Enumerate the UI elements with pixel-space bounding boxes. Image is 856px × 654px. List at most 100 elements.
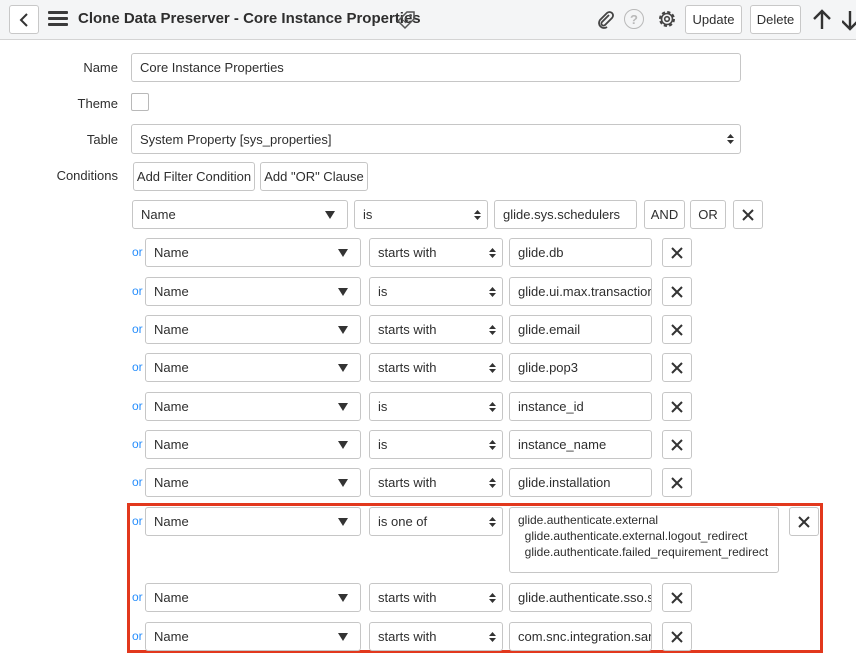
condition-field-select[interactable]: Name	[145, 238, 361, 267]
tag-icon[interactable]	[396, 10, 416, 30]
theme-label: Theme	[77, 96, 118, 111]
theme-checkbox[interactable]	[131, 93, 149, 111]
condition-operator-select[interactable]: starts with	[369, 583, 503, 612]
condition-field-select[interactable]: Name	[145, 583, 361, 612]
condition-value-input[interactable]: glide.pop3	[509, 353, 652, 382]
or-prefix-label: or	[132, 475, 143, 489]
delete-button[interactable]: Delete	[750, 5, 801, 34]
condition-field-select[interactable]: Name	[145, 392, 361, 421]
condition-field-value: Name	[154, 629, 189, 644]
remove-condition-button[interactable]	[789, 507, 819, 536]
condition-value-textarea[interactable]: glide.authenticate.external glide.authen…	[509, 507, 779, 573]
condition-value-input[interactable]: glide.email	[509, 315, 652, 344]
condition-field-select[interactable]: Name	[145, 315, 361, 344]
select-arrows-icon	[489, 401, 496, 412]
paperclip-icon[interactable]	[595, 9, 615, 29]
condition-operator-select[interactable]: starts with	[369, 238, 503, 267]
condition-field-select[interactable]: Name	[145, 507, 361, 536]
select-arrows-icon	[489, 631, 496, 642]
remove-condition-button[interactable]	[662, 238, 692, 267]
help-circle-icon[interactable]: ?	[624, 9, 644, 29]
gear-icon[interactable]	[656, 8, 678, 30]
condition-operator-select[interactable]: is	[369, 277, 503, 306]
condition-operator-value: is	[378, 437, 388, 452]
condition-field-value: Name	[141, 207, 176, 222]
close-icon	[671, 476, 683, 489]
condition-field-value: Name	[154, 399, 189, 414]
select-arrows-icon	[489, 324, 496, 335]
caret-down-icon	[338, 440, 348, 449]
condition-operator-select[interactable]: starts with	[369, 622, 503, 651]
condition-operator-select[interactable]: starts with	[369, 353, 503, 382]
condition-field-value: Name	[154, 284, 189, 299]
condition-value-input[interactable]: instance_id	[509, 392, 652, 421]
remove-condition-button[interactable]	[662, 392, 692, 421]
caret-down-icon	[325, 210, 335, 219]
or-prefix-label: or	[132, 360, 143, 374]
remove-condition-button[interactable]	[662, 315, 692, 344]
remove-condition-button[interactable]	[662, 430, 692, 459]
condition-field-select[interactable]: Name	[145, 622, 361, 651]
close-icon	[671, 400, 683, 413]
and-button[interactable]: AND	[644, 200, 685, 229]
remove-condition-button[interactable]	[662, 468, 692, 497]
caret-down-icon	[338, 632, 348, 641]
condition-operator-value: starts with	[378, 475, 437, 490]
remove-condition-button[interactable]	[662, 353, 692, 382]
condition-operator-select[interactable]: is one of	[369, 507, 503, 536]
condition-value-input[interactable]: glide.authenticate.sso.sa	[509, 583, 652, 612]
caret-down-icon	[338, 363, 348, 372]
condition-operator-select[interactable]: is	[354, 200, 488, 229]
or-prefix-label: or	[132, 284, 143, 298]
condition-operator-value: starts with	[378, 590, 437, 605]
condition-operator-select[interactable]: starts with	[369, 468, 503, 497]
condition-field-select[interactable]: Name	[145, 277, 361, 306]
or-button[interactable]: OR	[690, 200, 726, 229]
condition-operator-value: is	[378, 284, 388, 299]
condition-operator-select[interactable]: is	[369, 392, 503, 421]
back-button[interactable]	[9, 5, 39, 34]
condition-operator-select[interactable]: starts with	[369, 315, 503, 344]
close-icon	[671, 630, 683, 643]
caret-down-icon	[338, 478, 348, 487]
or-prefix-label: or	[132, 322, 143, 336]
condition-field-select[interactable]: Name	[145, 468, 361, 497]
caret-down-icon	[338, 325, 348, 334]
select-arrows-icon	[474, 209, 481, 220]
table-select[interactable]: System Property [sys_properties]	[131, 124, 741, 154]
close-icon	[742, 208, 754, 221]
hamburger-menu-icon[interactable]	[48, 11, 68, 27]
condition-field-select[interactable]: Name	[145, 430, 361, 459]
remove-condition-button[interactable]	[662, 583, 692, 612]
select-arrows-icon	[489, 362, 496, 373]
condition-value-input[interactable]: com.snc.integration.sam	[509, 622, 652, 651]
condition-value-input[interactable]: glide.db	[509, 238, 652, 267]
arrow-down-icon[interactable]	[842, 9, 856, 31]
add-filter-condition-button[interactable]: Add Filter Condition	[133, 162, 255, 191]
condition-operator-select[interactable]: is	[369, 430, 503, 459]
select-arrows-icon	[489, 286, 496, 297]
form-header: Clone Data Preserver - Core Instance Pro…	[0, 0, 856, 40]
remove-condition-button[interactable]	[662, 622, 692, 651]
chevron-left-icon	[19, 12, 28, 27]
caret-down-icon	[338, 402, 348, 411]
add-or-clause-button[interactable]: Add "OR" Clause	[260, 162, 368, 191]
or-prefix-label: or	[132, 590, 143, 604]
close-icon	[671, 285, 683, 298]
condition-field-select[interactable]: Name	[132, 200, 348, 229]
condition-value-input[interactable]: glide.installation	[509, 468, 652, 497]
name-field[interactable]: Core Instance Properties	[131, 53, 741, 82]
condition-value-input[interactable]: glide.ui.max.transaction	[509, 277, 652, 306]
condition-field-select[interactable]: Name	[145, 353, 361, 382]
condition-value-input[interactable]: glide.sys.schedulers	[494, 200, 637, 229]
condition-value-input[interactable]: instance_name	[509, 430, 652, 459]
arrow-up-icon[interactable]	[812, 9, 832, 31]
condition-operator-value: starts with	[378, 360, 437, 375]
update-button[interactable]: Update	[685, 5, 742, 34]
remove-condition-button[interactable]	[733, 200, 763, 229]
select-arrows-icon	[489, 592, 496, 603]
name-label: Name	[83, 60, 118, 75]
condition-field-value: Name	[154, 245, 189, 260]
remove-condition-button[interactable]	[662, 277, 692, 306]
condition-field-value: Name	[154, 514, 189, 529]
